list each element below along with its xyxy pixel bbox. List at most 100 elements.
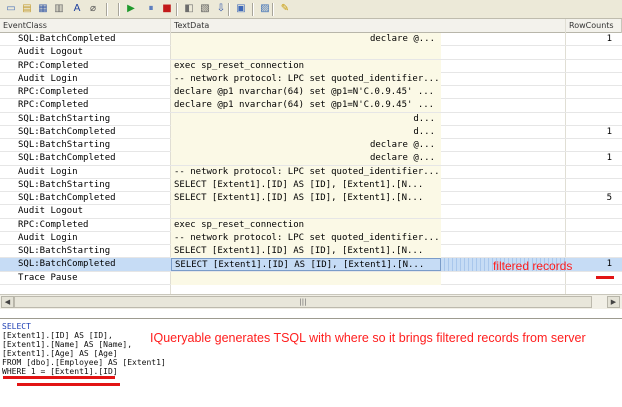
table-row[interactable]: SQL:BatchCompleted declare @... 1 bbox=[0, 33, 622, 47]
row-indicator bbox=[0, 258, 16, 271]
cell-hidden-columns bbox=[441, 166, 565, 179]
cell-hidden-columns bbox=[441, 46, 565, 59]
table-row[interactable]: Audit Logout bbox=[0, 46, 622, 60]
column-header-rowcounts[interactable]: RowCounts bbox=[566, 19, 622, 33]
cell-eventclass: Audit Login bbox=[18, 232, 78, 243]
cell-eventclass: Audit Login bbox=[18, 166, 78, 177]
table-row[interactable]: SQL:BatchCompleted declare @... 1 bbox=[0, 152, 622, 166]
cell-textdata: SELECT [Extent1].[ID] AS [ID], [Extent1]… bbox=[171, 245, 441, 258]
grid-header: EventClass TextData RowCounts bbox=[0, 19, 622, 33]
cell-rowcounts: 1 bbox=[606, 126, 612, 137]
cell-hidden-columns bbox=[441, 73, 565, 86]
where-underline bbox=[3, 376, 115, 379]
horizontal-scrollbar[interactable]: ◀ ||| ▶ bbox=[0, 294, 622, 309]
open-icon[interactable]: ▤ bbox=[20, 2, 34, 16]
row-indicator bbox=[0, 245, 16, 258]
grid-rows: SQL:BatchCompleted declare @... 1 Audit Log… bbox=[0, 33, 622, 285]
row-indicator bbox=[0, 86, 16, 99]
cell-rowcounts: 1 bbox=[606, 34, 612, 44]
table-row[interactable]: RPC:Completed declare @p1 nvarchar(64) se… bbox=[0, 86, 622, 100]
row-indicator bbox=[0, 219, 16, 232]
cell-textdata: -- network protocol: LPC set quoted_iden… bbox=[171, 231, 441, 245]
cell-eventclass: SQL:BatchCompleted bbox=[18, 259, 116, 270]
row-indicator bbox=[0, 126, 16, 139]
table-row[interactable]: Audit Login -- network protocol: LPC set … bbox=[0, 231, 622, 245]
cell-textdata: declare @... bbox=[171, 152, 441, 166]
toolbar-separator bbox=[252, 3, 254, 16]
table-row[interactable]: Audit Logout bbox=[0, 205, 622, 219]
cell-hidden-columns bbox=[441, 60, 565, 73]
table-row[interactable]: RPC:Completed declare @p1 nvarchar(64) se… bbox=[0, 99, 622, 113]
cell-eventclass: RPC:Completed bbox=[18, 60, 89, 71]
table-row[interactable]: Audit Login -- network protocol: LPC set … bbox=[0, 72, 622, 86]
cell-hidden-columns bbox=[441, 152, 565, 165]
table-row[interactable]: Audit Login -- network protocol: LPC set … bbox=[0, 165, 622, 179]
row-indicator bbox=[0, 205, 16, 218]
table-row[interactable]: RPC:Completed exec sp_reset_connection bbox=[0, 59, 622, 73]
table-row[interactable]: RPC:Completed exec sp_reset_connection bbox=[0, 218, 622, 232]
cell-hidden-columns bbox=[441, 192, 565, 205]
table-row[interactable]: SQL:BatchStarting d... bbox=[0, 112, 622, 126]
filtered-records-annotation: filtered records bbox=[493, 259, 573, 273]
toolbar: ▭ ▤ ▦ ▥ A ⌀ ▶ ⏸ ■ ◧ ▧ ⇩ ▣ ▨ ✎ bbox=[0, 0, 622, 19]
properties-icon[interactable]: ▥ bbox=[52, 2, 66, 16]
table-row[interactable]: Trace Pause bbox=[0, 271, 622, 285]
cell-hidden-columns bbox=[441, 33, 565, 46]
column-header-eventclass[interactable]: EventClass bbox=[0, 19, 171, 33]
scroll-thumb[interactable]: ||| bbox=[14, 296, 592, 308]
cell-hidden-columns bbox=[441, 205, 565, 218]
table-row[interactable]: SQL:BatchStarting SELECT [Extent1].[ID] A… bbox=[0, 245, 622, 259]
cell-textdata: declare @... bbox=[171, 33, 441, 46]
scroll-right-icon[interactable]: ▶ bbox=[607, 296, 620, 308]
run-icon[interactable]: ▶ bbox=[124, 2, 138, 16]
cell-hidden-columns bbox=[441, 86, 565, 99]
pause-icon[interactable]: ⏸ bbox=[144, 2, 158, 16]
cell-eventclass: Trace Pause bbox=[18, 272, 78, 283]
cell-eventclass: SQL:BatchCompleted bbox=[18, 126, 116, 137]
new-trace-icon[interactable]: ▭ bbox=[4, 2, 18, 16]
toolbar-separator bbox=[176, 3, 178, 16]
template-icon[interactable]: ◧ bbox=[182, 2, 196, 16]
table-row[interactable]: SQL:BatchCompleted d... 1 bbox=[0, 125, 622, 139]
table-row[interactable]: SQL:BatchStarting SELECT [Extent1].[ID] A… bbox=[0, 178, 622, 192]
cell-hidden-columns bbox=[441, 126, 565, 139]
cell-hidden-columns bbox=[441, 232, 565, 245]
column-header-textdata[interactable]: TextData bbox=[171, 19, 566, 33]
toolbar-separator bbox=[272, 3, 274, 16]
scroll-left-icon[interactable]: ◀ bbox=[1, 296, 14, 308]
settings-icon[interactable]: ▨ bbox=[258, 2, 272, 16]
row-indicator bbox=[0, 73, 16, 86]
events-icon[interactable]: ▣ bbox=[234, 2, 248, 16]
save-icon[interactable]: ▦ bbox=[36, 2, 50, 16]
cell-textdata: -- network protocol: LPC set quoted_iden… bbox=[171, 72, 441, 86]
cell-hidden-columns bbox=[441, 99, 565, 112]
cell-eventclass: Audit Logout bbox=[18, 47, 84, 58]
cell-hidden-columns bbox=[441, 179, 565, 192]
cell-eventclass: Audit Login bbox=[18, 73, 78, 84]
iqueryable-annotation: IQueryable generates TSQL with where so … bbox=[150, 331, 586, 345]
table-row[interactable]: SQL:BatchCompleted SELECT [Extent1].[ID] … bbox=[0, 192, 622, 206]
table-row[interactable]: SQL:BatchStarting declare @... bbox=[0, 139, 622, 153]
cell-textdata: -- network protocol: LPC set quoted_iden… bbox=[171, 165, 441, 179]
cell-textdata: declare @p1 nvarchar(64) set @p1=N'C.0.9… bbox=[171, 86, 441, 99]
toolbar-separator bbox=[228, 3, 230, 16]
trace-grid: EventClass TextData RowCounts SQL:BatchC… bbox=[0, 19, 622, 294]
clear-icon[interactable]: ⌀ bbox=[86, 2, 100, 16]
sql-line: [Extent1].[Name] AS [Name], bbox=[2, 340, 133, 349]
columns-icon[interactable]: ▧ bbox=[198, 2, 212, 16]
tsql-text-pane[interactable]: SELECT [Extent1].[ID] AS [ID], [Extent1]… bbox=[0, 318, 622, 407]
stop-icon[interactable]: ■ bbox=[160, 2, 174, 16]
row-indicator bbox=[0, 179, 16, 192]
cell-textdata: d... bbox=[171, 125, 441, 139]
row-indicator bbox=[0, 99, 16, 112]
row-indicator bbox=[0, 192, 16, 205]
cell-eventclass: SQL:BatchStarting bbox=[18, 179, 111, 190]
cell-textdata bbox=[171, 271, 441, 285]
find-icon[interactable]: A bbox=[70, 2, 84, 16]
cell-textdata bbox=[171, 46, 441, 60]
help-icon[interactable]: ✎ bbox=[278, 2, 292, 16]
scroll-icon[interactable]: ⇩ bbox=[214, 2, 228, 16]
row-indicator bbox=[0, 152, 16, 165]
row-indicator bbox=[0, 46, 16, 59]
cell-hidden-columns bbox=[441, 245, 565, 258]
